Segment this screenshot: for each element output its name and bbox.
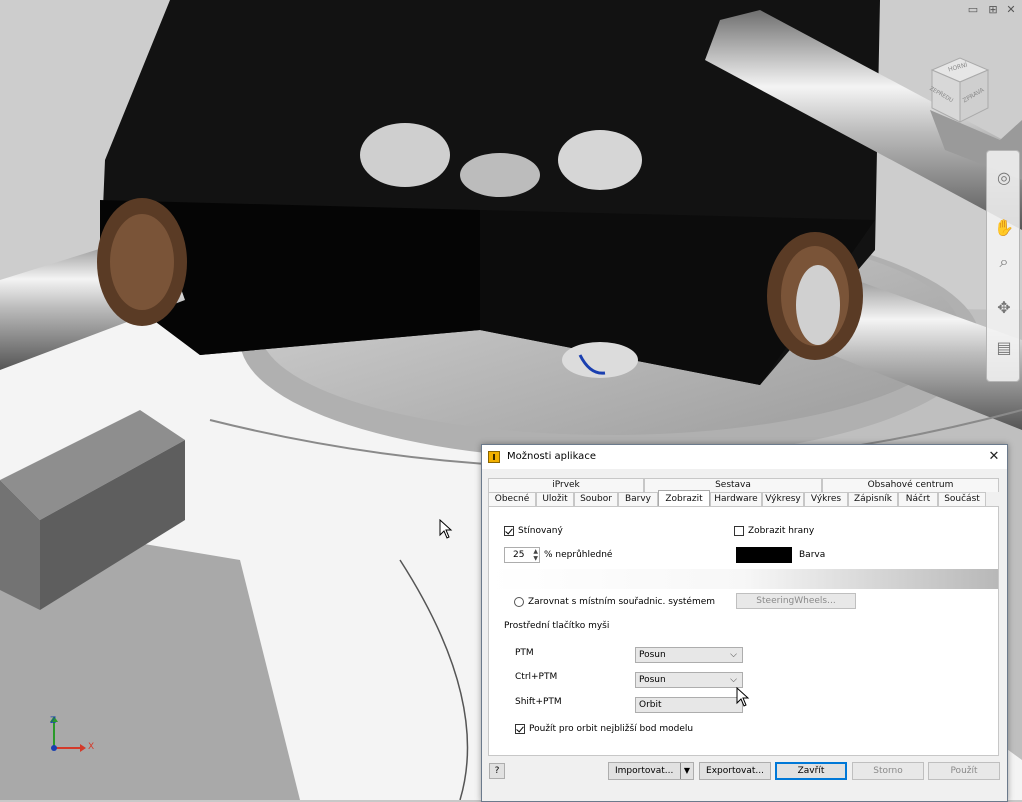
render-artifact [489, 569, 998, 589]
help-button[interactable]: ? [489, 763, 505, 779]
opacity-spinner[interactable]: 25 ▲ ▼ [504, 547, 540, 563]
orbit-nearest-checkbox[interactable] [515, 724, 525, 734]
tab-ulozit[interactable]: Uložit [536, 492, 574, 506]
look-at-icon[interactable]: ▤ [993, 337, 1015, 359]
show-edges-checkbox[interactable] [734, 526, 744, 536]
shift-ptm-label: Shift+PTM [515, 697, 562, 707]
tab-obecne[interactable]: Obecné [488, 492, 536, 506]
tab-obsahove-centrum[interactable]: Obsahové centrum [822, 478, 999, 492]
steering-wheel-icon[interactable]: ◎ [993, 167, 1015, 189]
middle-button-group-label: Prostřední tlačítko myši [504, 621, 610, 631]
chevron-down-icon: ⌵ [730, 650, 737, 660]
axis-x-label: X [88, 742, 95, 752]
ptm-value: Posun [639, 650, 666, 660]
close-viewport-icon[interactable]: ✕ [1004, 4, 1018, 16]
chevron-down-icon: ⌵ [730, 675, 737, 685]
shaded-label: Stínovaný [518, 526, 563, 536]
tile-icon[interactable]: ⊞ [986, 4, 1000, 16]
ctrl-ptm-label: Ctrl+PTM [515, 672, 558, 682]
navigation-bar: ◎ ✋ ⌕ ✥ ▤ [986, 150, 1020, 382]
zobrazit-panel: Stínovaný Zobrazit hrany 25 ▲ ▼ % neprůhl… [488, 506, 999, 756]
viewcube[interactable]: HORNÍ ZEPŘEDU ZPRAVA [920, 50, 1000, 130]
tab-soubor[interactable]: Soubor [574, 492, 618, 506]
ctrl-ptm-select[interactable]: Posun ⌵ [635, 672, 743, 688]
orbit-nearest-label: Použít pro orbit nejbližší bod modelu [529, 724, 694, 734]
app-icon [488, 451, 500, 463]
axis-z-label: Z [50, 716, 57, 726]
tab-nacrt[interactable]: Náčrt [898, 492, 938, 506]
align-radio[interactable] [514, 597, 524, 607]
mouse-pointer-icon [736, 687, 750, 707]
restore-icon[interactable]: ▭ [966, 4, 980, 16]
close-button[interactable]: Zavřít [775, 762, 847, 780]
orbit-icon[interactable]: ✥ [993, 297, 1015, 319]
tab-iprvek[interactable]: iPrvek [488, 478, 644, 492]
dialog-titlebar[interactable]: Možnosti aplikace ✕ [482, 445, 1007, 469]
import-label: Importovat... [615, 766, 674, 776]
color-swatch[interactable] [736, 547, 792, 563]
cancel-button[interactable]: Storno [852, 762, 924, 780]
ptm-select[interactable]: Posun ⌵ [635, 647, 743, 663]
tab-barvy[interactable]: Barvy [618, 492, 658, 506]
export-button[interactable]: Exportovat... [699, 762, 771, 780]
tab-vyvzy[interactable]: Výkresy [762, 492, 804, 506]
shift-ptm-value: Orbit [639, 700, 662, 710]
tab-row-upper: iPrvek Sestava Obsahové centrum [488, 478, 999, 492]
align-label: Zarovnat s místním souřadnic. systémem [528, 597, 716, 607]
spinner-arrows-icon[interactable]: ▲ ▼ [533, 548, 538, 562]
color-label: Barva [799, 550, 826, 560]
help-icon: ? [494, 766, 500, 776]
tab-soucast[interactable]: Součást [938, 492, 986, 506]
tab-vykres[interactable]: Výkres [804, 492, 848, 506]
steering-wheels-button[interactable]: SteeringWheels... [736, 593, 856, 609]
tab-zobrazit[interactable]: Zobrazit [658, 490, 710, 506]
zoom-icon[interactable]: ⌕ [993, 251, 1015, 273]
application-options-dialog: Možnosti aplikace ✕ iPrvek Sestava Obsah… [481, 444, 1008, 802]
ctrl-ptm-value: Posun [639, 675, 666, 685]
dialog-title: Možnosti aplikace [507, 451, 596, 462]
shaded-checkbox[interactable] [504, 526, 514, 536]
axis-triad [50, 716, 86, 752]
close-icon[interactable]: ✕ [981, 445, 1007, 469]
show-edges-label: Zobrazit hrany [748, 526, 815, 536]
mouse-pointer-icon [439, 519, 453, 539]
shift-ptm-select[interactable]: Orbit [635, 697, 743, 713]
import-button[interactable]: Importovat... ▼ [608, 762, 694, 780]
tab-row-lower: Obecné Uložit Soubor Barvy Zobrazit Hard… [488, 490, 986, 506]
split-arrow-icon[interactable]: ▼ [680, 763, 693, 779]
tab-hardware[interactable]: Hardware [710, 492, 762, 506]
tab-zapisnik[interactable]: Zápisník [848, 492, 898, 506]
pan-hand-icon[interactable]: ✋ [993, 217, 1015, 239]
opacity-label: % neprůhledné [544, 550, 613, 560]
opacity-value: 25 [513, 550, 525, 560]
apply-button[interactable]: Použít [928, 762, 1000, 780]
ptm-label: PTM [515, 648, 534, 658]
